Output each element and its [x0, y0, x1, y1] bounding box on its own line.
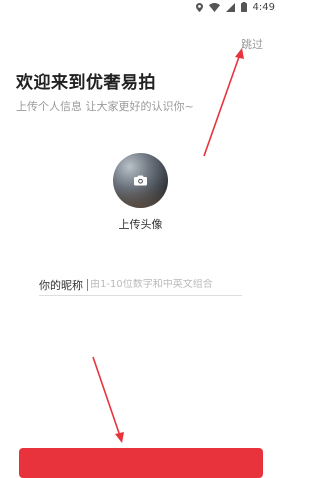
nickname-input[interactable]: [87, 278, 242, 291]
avatar-upload-button[interactable]: [113, 153, 168, 208]
upload-avatar-label: 上传头像: [118, 218, 163, 231]
submit-button[interactable]: [19, 448, 263, 478]
nickname-row: 你的昵称: [39, 274, 242, 296]
location-icon: [195, 2, 203, 12]
camera-icon: [134, 171, 147, 190]
wifi-icon: [208, 2, 220, 12]
battery-icon: [240, 2, 247, 12]
cellular-icon: [225, 2, 235, 12]
status-time: 4:49: [252, 1, 275, 13]
page-subtitle: 上传个人信息 让大家更好的认识你~: [16, 100, 194, 113]
annotation-arrow-skip: [203, 48, 244, 157]
annotation-arrow-submit: [92, 356, 124, 443]
nickname-label: 你的昵称: [39, 278, 83, 292]
skip-button[interactable]: 跳过: [241, 36, 263, 52]
status-bar: 4:49: [0, 0, 281, 14]
page-title: 欢迎来到优奢易拍: [16, 73, 156, 93]
